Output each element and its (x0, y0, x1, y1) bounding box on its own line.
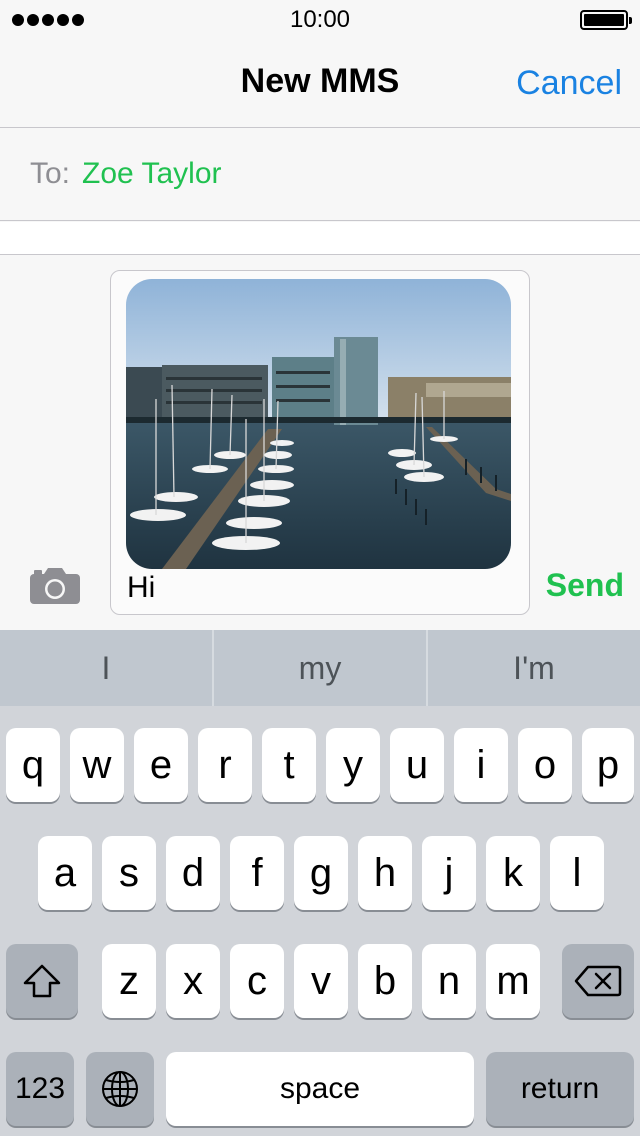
suggestion-item[interactable]: I (0, 630, 214, 706)
key-y[interactable]: y (326, 728, 380, 802)
key-v[interactable]: v (294, 944, 348, 1018)
key-g[interactable]: g (294, 836, 348, 910)
space-key[interactable]: space (166, 1052, 474, 1126)
key-n[interactable]: n (422, 944, 476, 1018)
key-f[interactable]: f (230, 836, 284, 910)
globe-key[interactable] (86, 1052, 154, 1126)
suggestion-item[interactable]: my (214, 630, 428, 706)
message-text[interactable]: Hi (127, 571, 155, 605)
compose-area: Hi Send (0, 256, 640, 630)
key-u[interactable]: u (390, 728, 444, 802)
globe-icon (102, 1071, 138, 1107)
status-bar: 10:00 (0, 0, 640, 40)
key-c[interactable]: c (230, 944, 284, 1018)
suggestion-item[interactable]: I'm (428, 630, 640, 706)
key-s[interactable]: s (102, 836, 156, 910)
numbers-key[interactable]: 123 (6, 1052, 74, 1126)
delete-key[interactable] (562, 944, 634, 1018)
delete-icon (574, 965, 622, 997)
key-j[interactable]: j (422, 836, 476, 910)
key-l[interactable]: l (550, 836, 604, 910)
key-m[interactable]: m (486, 944, 540, 1018)
recipient-chip[interactable]: Zoe Taylor (82, 157, 222, 191)
key-k[interactable]: k (486, 836, 540, 910)
key-w[interactable]: w (70, 728, 124, 802)
photo-attachment[interactable] (126, 279, 511, 569)
status-time: 10:00 (289, 6, 351, 33)
to-label: To: (30, 157, 71, 190)
key-i[interactable]: i (454, 728, 508, 802)
send-button[interactable]: Send (546, 567, 624, 604)
return-key[interactable]: return (486, 1052, 634, 1126)
key-d[interactable]: d (166, 836, 220, 910)
camera-icon[interactable] (28, 566, 82, 606)
key-q[interactable]: q (6, 728, 60, 802)
message-input[interactable]: Hi (110, 270, 530, 615)
to-field[interactable]: To: Zoe Taylor (0, 129, 640, 221)
key-x[interactable]: x (166, 944, 220, 1018)
shift-key[interactable] (6, 944, 78, 1018)
key-e[interactable]: e (134, 728, 188, 802)
key-h[interactable]: h (358, 836, 412, 910)
key-o[interactable]: o (518, 728, 572, 802)
key-z[interactable]: z (102, 944, 156, 1018)
cancel-button[interactable]: Cancel (516, 64, 622, 103)
key-a[interactable]: a (38, 836, 92, 910)
key-b[interactable]: b (358, 944, 412, 1018)
key-t[interactable]: t (262, 728, 316, 802)
key-p[interactable]: p (582, 728, 634, 802)
keyboard: q w e r t y u i o p a s d f g h j k l z … (0, 706, 640, 1136)
battery-icon (580, 10, 632, 30)
shift-icon (23, 964, 61, 998)
navigation-bar: New MMS Cancel (0, 40, 640, 128)
key-r[interactable]: r (198, 728, 252, 802)
predictive-bar: I my I'm (0, 630, 640, 706)
divider-band (0, 222, 640, 255)
